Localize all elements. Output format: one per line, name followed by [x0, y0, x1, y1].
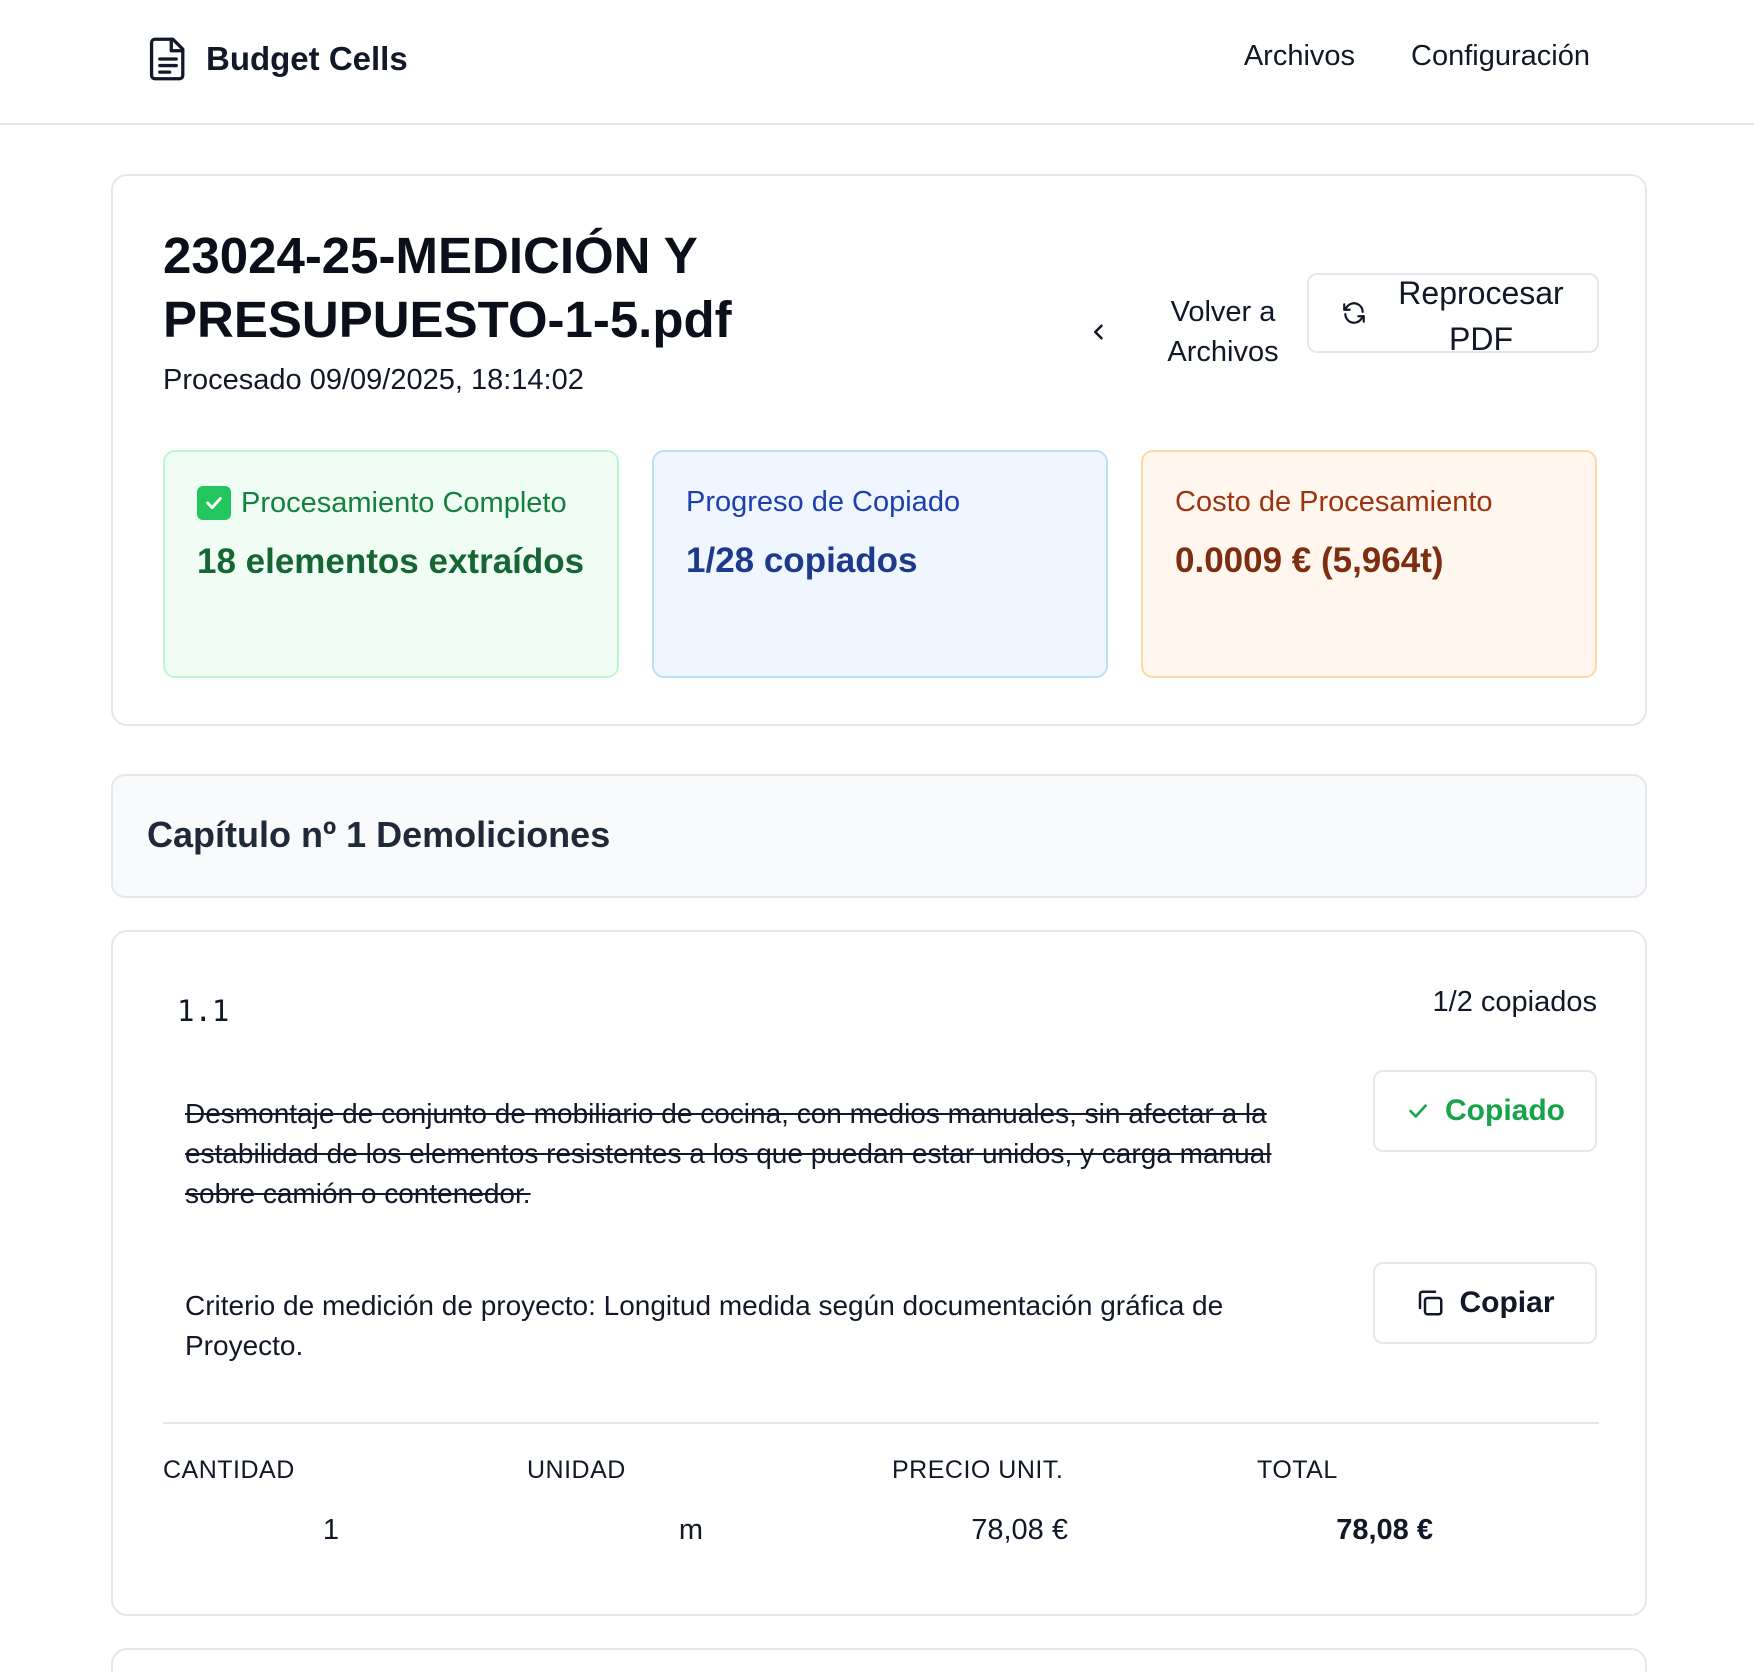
copied-button-label: Copiado	[1445, 1094, 1565, 1127]
divider	[163, 1422, 1599, 1424]
copy-progress-value: 1/28 copiados	[686, 541, 918, 580]
processing-cost-label: Costo de Procesamiento	[1175, 486, 1493, 518]
item-copy-progress: 1/2 copiados	[1432, 986, 1597, 1018]
reprocess-pdf-button[interactable]: Reprocesar PDF	[1307, 273, 1599, 357]
chevron-left-icon	[1094, 324, 1103, 340]
main-nav: Archivos Configuración	[1244, 40, 1590, 73]
copy-icon	[1419, 1290, 1443, 1316]
copy-button[interactable]: Copiar	[1373, 1262, 1597, 1344]
refresh-icon	[1343, 302, 1365, 324]
brand-name: Budget Cells	[206, 40, 408, 77]
item-measurement-criteria: Criterio de medición de proyecto: Longit…	[185, 1290, 1224, 1361]
back-button-label: Volver a Archivos	[1167, 296, 1279, 368]
budget-item-card: 1.1 1/2 copiados Desmontaje de conjunto …	[111, 930, 1647, 1616]
processing-status-value: 18 elementos extraídos	[197, 542, 585, 581]
header-total: TOTAL	[1257, 1456, 1338, 1484]
value-unidad: m	[678, 1514, 703, 1546]
copied-button[interactable]: Copiado	[1373, 1070, 1597, 1152]
processing-status-card: Procesamiento Completo 18 elementos extr…	[163, 450, 619, 678]
file-summary-card: 23024-25-MEDICIÓN Y PRESUPUESTO-1-5.pdf …	[111, 174, 1647, 726]
check-icon	[1409, 1104, 1427, 1118]
item-code: 1.1	[177, 994, 230, 1028]
chapter-title: Capítulo nº 1 Demoliciones	[147, 814, 611, 855]
nav-archivos[interactable]: Archivos	[1244, 40, 1355, 73]
header-unidad: UNIDAD	[527, 1456, 626, 1484]
value-total: 78,08 €	[1336, 1514, 1433, 1546]
copy-progress-card: Progreso de Copiado 1/28 copiados	[652, 450, 1108, 678]
check-mark-icon	[197, 486, 231, 520]
top-bar: Budget Cells Archivos Configuración	[0, 0, 1754, 125]
item-description-copied: Desmontaje de conjunto de mobiliario de …	[185, 1098, 1272, 1209]
value-cantidad: 1	[322, 1514, 339, 1546]
processing-status-label: Procesamiento Completo	[241, 486, 567, 519]
document-icon	[149, 37, 185, 81]
header-cantidad: CANTIDAD	[163, 1456, 295, 1484]
page-title: 23024-25-MEDICIÓN Y PRESUPUESTO-1-5.pdf	[163, 227, 732, 348]
processing-cost-card: Costo de Procesamiento 0.0009 € (5,964t)	[1141, 450, 1597, 678]
chapter-header[interactable]: Capítulo nº 1 Demoliciones	[111, 774, 1647, 898]
header-precio-unit: PRECIO UNIT.	[892, 1456, 1064, 1484]
page: Budget Cells Archivos Configuración 2302…	[0, 0, 1754, 1672]
copy-button-label: Copiar	[1459, 1286, 1555, 1319]
reprocess-button-label: Reprocesar PDF	[1398, 275, 1564, 357]
brand[interactable]: Budget Cells	[148, 36, 408, 82]
copy-progress-label: Progreso de Copiado	[686, 486, 961, 518]
processed-date: Procesado 09/09/2025, 18:14:02	[163, 364, 584, 396]
processing-cost-value: 0.0009 € (5,964t)	[1175, 541, 1444, 580]
next-item-card	[111, 1648, 1647, 1672]
value-precio-unit: 78,08 €	[971, 1514, 1068, 1546]
nav-configuracion[interactable]: Configuración	[1411, 40, 1590, 73]
